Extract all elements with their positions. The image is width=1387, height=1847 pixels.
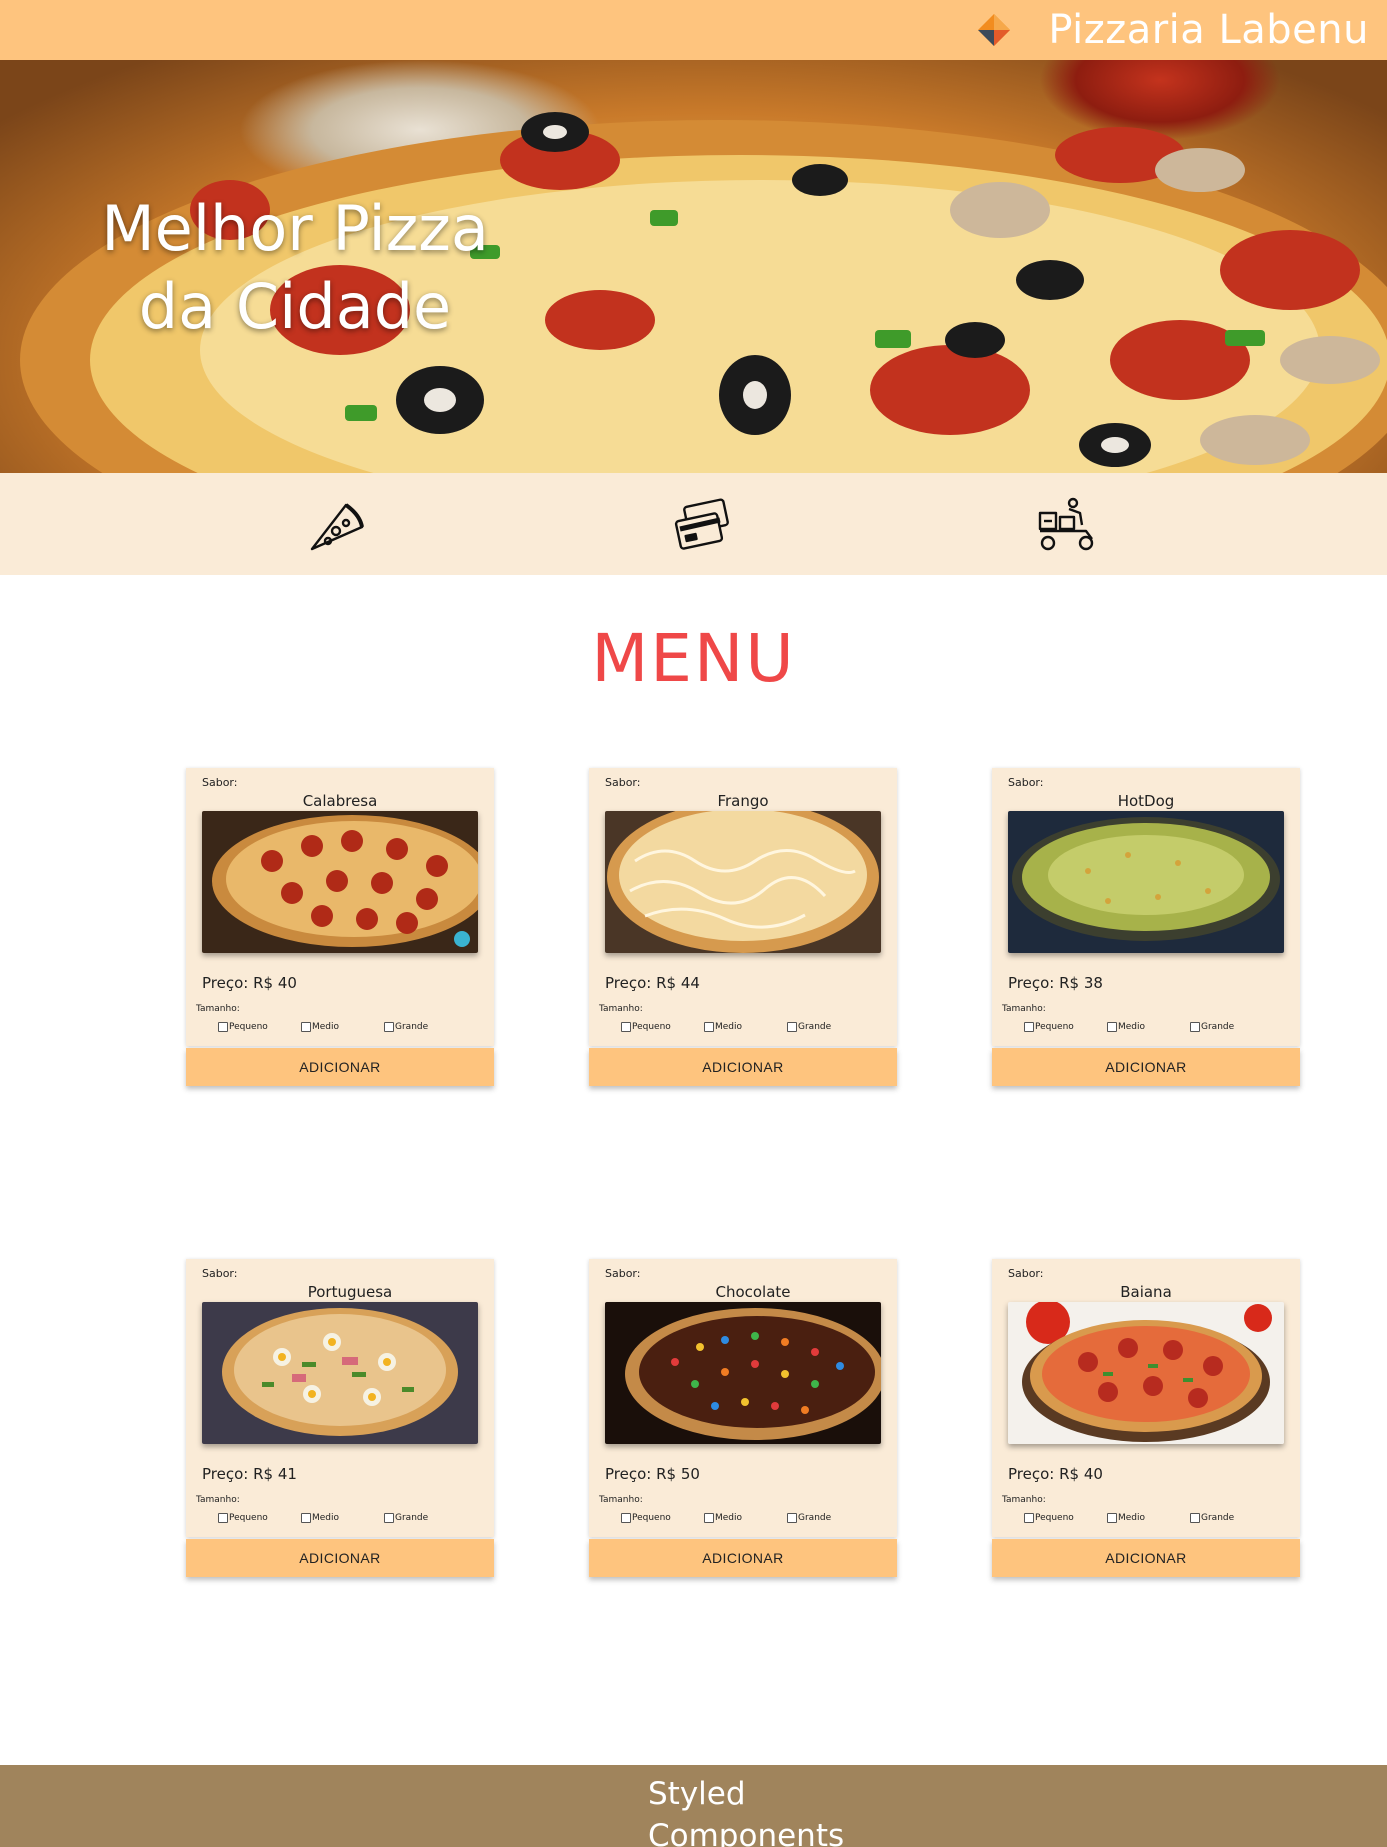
size-checkbox-medio[interactable]: Medio [301,1022,339,1032]
size-checkbox-grande[interactable]: Grande [1190,1513,1234,1523]
add-to-cart-button[interactable]: ADICIONAR [589,1048,897,1086]
pizza-image [605,1302,881,1444]
menu-card: Sabor: Baiana Preço: R$ 40 Tamanho: Pequ… [992,1259,1300,1537]
add-to-cart-button[interactable]: ADICIONAR [992,1048,1300,1086]
flavor-name: HotDog [1117,792,1175,810]
flavor-name: Chocolate [715,1283,791,1301]
sabor-label: Sabor: [202,1267,238,1280]
sabor-label: Sabor: [1008,776,1044,789]
size-label: Tamanho: [599,1004,643,1014]
flavor-name: Frango [717,792,769,810]
credit-cards-icon [672,495,734,557]
flavor-name: Portuguesa [307,1283,393,1301]
add-to-cart-button[interactable]: ADICIONAR [589,1539,897,1577]
size-checkbox-pequeno[interactable]: Pequeno [621,1513,671,1523]
size-checkbox-pequeno[interactable]: Pequeno [218,1022,268,1032]
size-options: Pequeno Medio Grande [621,1513,881,1527]
size-checkbox-pequeno[interactable]: Pequeno [218,1513,268,1523]
menu-card: Sabor: Frango Preço: R$ 44 Tamanho: Pequ… [589,768,897,1046]
price: Preço: R$ 40 [202,974,297,992]
pizza-image [202,1302,478,1444]
size-options: Pequeno Medio Grande [218,1513,478,1527]
size-options: Pequeno Medio Grande [218,1022,478,1036]
size-options: Pequeno Medio Grande [1024,1513,1284,1527]
add-to-cart-button[interactable]: ADICIONAR [992,1539,1300,1577]
size-checkbox-grande[interactable]: Grande [787,1022,831,1032]
sabor-label: Sabor: [605,776,641,789]
size-checkbox-pequeno[interactable]: Pequeno [1024,1513,1074,1523]
flavor-name: Baiana [1120,1283,1172,1301]
pizza-image [202,811,478,953]
hero-title: Melhor Pizza da Cidade [101,192,489,343]
size-label: Tamanho: [599,1495,643,1505]
price: Preço: R$ 40 [1008,1465,1103,1483]
size-checkbox-grande[interactable]: Grande [1190,1022,1234,1032]
menu-card: Sabor: HotDog Preço: R$ 38 Tamanho: Pequ… [992,768,1300,1046]
sabor-label: Sabor: [202,776,238,789]
size-checkbox-medio[interactable]: Medio [301,1513,339,1523]
price: Preço: R$ 50 [605,1465,700,1483]
size-checkbox-grande[interactable]: Grande [384,1022,428,1032]
footer-text: Styled Components [648,1776,845,1847]
price: Preço: R$ 44 [605,974,700,992]
size-checkbox-medio[interactable]: Medio [704,1513,742,1523]
footer: Styled Components [0,1765,1387,1847]
size-checkbox-grande[interactable]: Grande [787,1513,831,1523]
size-label: Tamanho: [196,1495,240,1505]
diamond-logo-icon[interactable] [974,10,1014,50]
app-title: Pizzaria Labenu [1048,7,1369,53]
menu-card: Sabor: Calabresa Preço: R$ 40 Tamanho: P… [186,768,494,1046]
flavor-name: Calabresa [302,792,378,810]
size-checkbox-pequeno[interactable]: Pequeno [1024,1022,1074,1032]
menu-card: Sabor: Chocolate Preço: R$ 50 Tamanho: P… [589,1259,897,1537]
delivery-scooter-icon [1036,495,1098,557]
size-options: Pequeno Medio Grande [1024,1022,1284,1036]
add-to-cart-button[interactable]: ADICIONAR [186,1539,494,1577]
size-checkbox-medio[interactable]: Medio [1107,1022,1145,1032]
price: Preço: R$ 38 [1008,974,1103,992]
pizza-image [1008,1302,1284,1444]
top-bar: Pizzaria Labenu [0,0,1387,60]
size-checkbox-grande[interactable]: Grande [384,1513,428,1523]
size-label: Tamanho: [1002,1495,1046,1505]
size-checkbox-medio[interactable]: Medio [1107,1513,1145,1523]
pizza-image [1008,811,1284,953]
menu-card: Sabor: Portuguesa Preço: R$ 41 Tamanho: … [186,1259,494,1537]
menu-title: MENU [591,620,796,697]
hero-banner: Melhor Pizza da Cidade [0,60,1387,473]
price: Preço: R$ 41 [202,1465,297,1483]
size-checkbox-pequeno[interactable]: Pequeno [621,1022,671,1032]
add-to-cart-button[interactable]: ADICIONAR [186,1048,494,1086]
size-options: Pequeno Medio Grande [621,1022,881,1036]
size-label: Tamanho: [196,1004,240,1014]
pizza-slice-icon [306,495,368,557]
size-checkbox-medio[interactable]: Medio [704,1022,742,1032]
features-strip [0,473,1387,575]
sabor-label: Sabor: [1008,1267,1044,1280]
pizza-image [605,811,881,953]
size-label: Tamanho: [1002,1004,1046,1014]
sabor-label: Sabor: [605,1267,641,1280]
